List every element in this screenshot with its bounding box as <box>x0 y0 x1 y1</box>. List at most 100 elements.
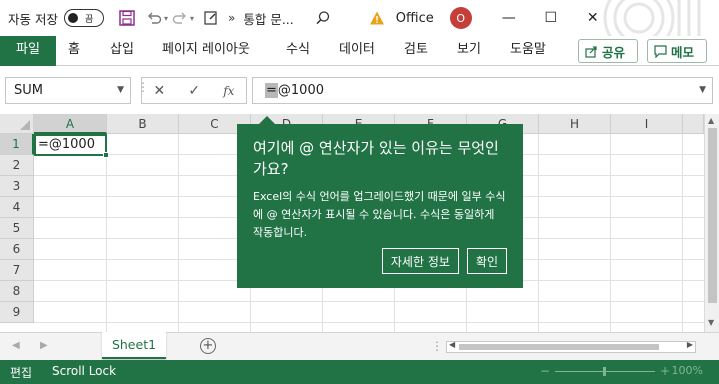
formula-buttons: ✕ ✓ fx <box>141 77 247 104</box>
autosave-state: 끔 <box>84 15 94 25</box>
share-label: 공유 <box>602 44 626 60</box>
add-sheet-icon[interactable]: + <box>200 338 216 354</box>
ok-button[interactable]: 확인 <box>466 248 507 274</box>
vertical-scrollbar[interactable]: ▲ ▼ <box>704 114 719 332</box>
title-bar: 자동 저장 끔 ▾ ▾ » 통합 문... Office O — ☐ ✕ <box>0 0 719 36</box>
chevron-down-icon: ▾ <box>163 13 168 23</box>
grid-line <box>178 134 179 332</box>
close-icon[interactable]: ✕ <box>572 0 614 36</box>
comments-button[interactable]: 메모 <box>647 39 707 63</box>
name-box[interactable]: SUM ▼ <box>5 77 131 104</box>
row-header[interactable]: 3 <box>0 176 34 197</box>
restore-icon[interactable]: ☐ <box>530 0 572 36</box>
chevron-down-icon: ▾ <box>190 13 195 23</box>
autosave-label: 자동 저장 <box>8 11 58 27</box>
ribbon-tabs: 파일 홈 삽입 페이지 레이아웃 수식 데이터 검토 보기 도움말 공유 메모 <box>0 36 719 66</box>
at-operator-callout: 여기에 @ 연산자가 있는 이유는 무엇인가요? Excel의 수식 언어를 업… <box>237 116 523 288</box>
grid-line <box>106 134 107 332</box>
zoom-level[interactable]: 100% <box>672 364 703 377</box>
prev-sheet-icon[interactable]: ◀ <box>12 340 20 351</box>
name-box-value: SUM <box>14 83 43 98</box>
callout-title: 여기에 @ 연산자가 있는 이유는 무엇인가요? <box>253 139 499 178</box>
tab-page-layout[interactable]: 페이지 레이아웃 <box>162 36 250 66</box>
row-header[interactable]: 1 <box>0 134 34 155</box>
undo-button[interactable]: ▾ <box>146 10 168 26</box>
tab-view[interactable]: 보기 <box>457 36 481 66</box>
scroll-right-icon[interactable]: ▶ <box>687 340 693 349</box>
row-header[interactable]: 5 <box>0 218 34 239</box>
autosave-toggle[interactable]: 끔 <box>63 9 104 27</box>
column-header[interactable] <box>683 114 704 134</box>
column-header[interactable]: H <box>539 114 611 134</box>
column-header[interactable]: A <box>34 114 107 134</box>
tab-data[interactable]: 데이터 <box>339 36 375 66</box>
row-header[interactable]: 2 <box>0 155 34 176</box>
touch-mode-icon[interactable] <box>198 5 224 31</box>
callout-pointer <box>259 116 275 124</box>
zoom-slider-thumb[interactable] <box>603 367 606 376</box>
tab-splitter[interactable]: ⋮ <box>431 339 443 353</box>
share-button[interactable]: 공유 <box>578 39 638 63</box>
search-icon[interactable] <box>310 5 336 31</box>
status-bar: 편집 Scroll Lock − + 100% <box>0 360 719 384</box>
scroll-thumb[interactable] <box>459 344 659 350</box>
scroll-up-icon[interactable]: ▲ <box>708 116 714 125</box>
redo-button[interactable]: ▾ <box>172 10 194 26</box>
column-header[interactable]: I <box>611 114 683 134</box>
cancel-icon[interactable]: ✕ <box>154 83 166 99</box>
share-icon <box>585 45 597 58</box>
row-header[interactable]: 8 <box>0 281 34 302</box>
undo-icon <box>147 12 162 24</box>
active-cell-a1[interactable]: =@1000 <box>34 134 109 158</box>
fill-handle[interactable] <box>103 152 109 158</box>
callout-body: Excel의 수식 언어를 업그레이드했기 때문에 일부 수식에 @ 연산자가 … <box>253 190 506 239</box>
scroll-left-icon[interactable]: ◀ <box>449 340 455 349</box>
expand-formula-icon[interactable]: ▼ <box>699 85 706 95</box>
insert-function-icon[interactable]: fx <box>223 84 234 98</box>
formula-bar: SUM ▼ ⋮ ✕ ✓ fx = @1000 ▼ <box>0 66 719 114</box>
row-header[interactable]: 4 <box>0 197 34 218</box>
redo-icon <box>172 12 186 24</box>
scroll-down-icon[interactable]: ▼ <box>708 318 714 327</box>
sheet-tab-bar: ◀ ▶ Sheet1 + ⋮ ◀ ▶ <box>0 332 719 360</box>
tab-file[interactable]: 파일 <box>0 36 56 66</box>
grid-line <box>538 134 539 332</box>
avatar[interactable]: O <box>449 7 472 29</box>
row-header[interactable]: 6 <box>0 239 34 260</box>
app-name: Office <box>395 10 434 26</box>
select-all-button[interactable] <box>0 114 34 134</box>
save-icon[interactable] <box>114 5 140 31</box>
grid-line <box>610 134 611 332</box>
document-title[interactable]: 통합 문... <box>243 9 293 28</box>
enter-icon[interactable]: ✓ <box>188 83 200 99</box>
grid-line <box>682 134 683 332</box>
next-sheet-icon[interactable]: ▶ <box>40 340 48 351</box>
zoom-in-icon[interactable]: + <box>660 364 670 378</box>
row-header[interactable]: 7 <box>0 260 34 281</box>
tab-home[interactable]: 홈 <box>68 36 80 66</box>
grid-line <box>34 301 704 302</box>
status-mode: 편집 <box>10 366 33 380</box>
callout-buttons: 자세한 정보 확인 <box>381 248 507 274</box>
tab-review[interactable]: 검토 <box>404 36 428 66</box>
learn-more-button[interactable]: 자세한 정보 <box>381 248 459 274</box>
tab-help[interactable]: 도움말 <box>510 36 546 66</box>
formula-input[interactable]: = @1000 ▼ <box>252 77 713 104</box>
formula-prefix: = <box>265 83 278 98</box>
zoom-slider[interactable] <box>555 367 655 376</box>
status-scroll-lock: Scroll Lock <box>52 364 117 378</box>
minimize-icon[interactable]: — <box>488 0 530 36</box>
sheet-tab-sheet1[interactable]: Sheet1 <box>102 332 166 359</box>
tab-insert[interactable]: 삽입 <box>110 36 134 66</box>
zoom-out-icon[interactable]: − <box>540 364 550 378</box>
tab-formulas[interactable]: 수식 <box>286 36 310 66</box>
toggle-knob <box>67 13 78 23</box>
chevron-down-icon[interactable]: ▼ <box>117 85 124 95</box>
horizontal-scrollbar[interactable]: ◀ ▶ <box>446 340 696 353</box>
scroll-thumb[interactable] <box>708 128 717 303</box>
warning-icon[interactable] <box>364 5 390 31</box>
column-header[interactable]: B <box>107 114 179 134</box>
more-commands-button[interactable]: » <box>228 11 235 25</box>
row-header[interactable]: 9 <box>0 302 34 323</box>
cell-a1-value: =@1000 <box>38 137 95 152</box>
